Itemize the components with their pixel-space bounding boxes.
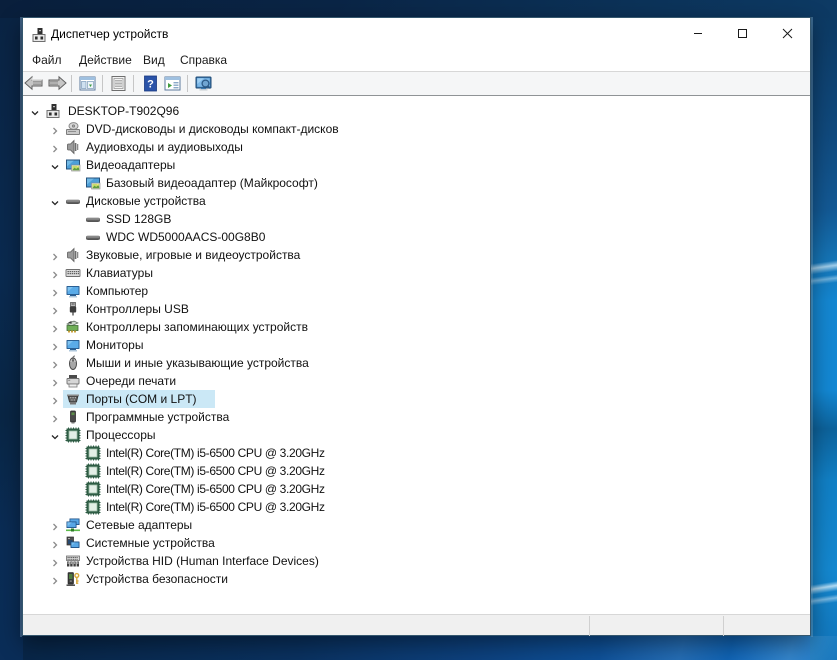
svg-text:?: ? [147,79,154,91]
